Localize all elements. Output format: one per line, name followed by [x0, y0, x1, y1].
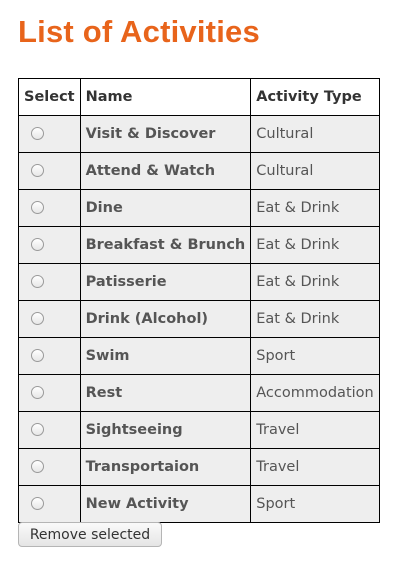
select-cell [18, 411, 81, 449]
activity-type-cell: Eat & Drink [250, 226, 380, 264]
activity-type-cell: Travel [250, 448, 380, 486]
select-cell [18, 115, 81, 153]
table-row: Rest Accommodation [18, 374, 380, 412]
activity-name-cell: Attend & Watch [79, 152, 252, 190]
select-radio-button[interactable] [31, 200, 44, 214]
select-cell [18, 485, 81, 523]
page-title: List of Activities [18, 14, 260, 49]
activity-type-cell: Cultural [250, 152, 380, 190]
table-row: Swim Sport [18, 337, 380, 375]
activities-table: Select Name Activity Type Visit & Discov… [18, 78, 380, 523]
activity-name-cell: Transportaion [79, 448, 252, 486]
table-row: Visit & Discover Cultural [18, 115, 380, 153]
name-column-header: Name [79, 78, 252, 116]
select-cell [18, 263, 81, 301]
select-radio-button[interactable] [31, 385, 44, 399]
activity-type-column-header: Activity Type [250, 78, 380, 116]
table-row: Patisserie Eat & Drink [18, 263, 380, 301]
select-cell [18, 226, 81, 264]
activity-type-cell: Sport [250, 485, 380, 523]
activity-name-cell: Rest [79, 374, 252, 412]
activity-type-cell: Accommodation [250, 374, 380, 412]
activity-name-cell: New Activity [79, 485, 252, 523]
activity-type-cell: Travel [250, 411, 380, 449]
activity-name-cell: Swim [79, 337, 252, 375]
select-cell [18, 300, 81, 338]
select-column-header: Select [18, 78, 81, 116]
select-radio-button[interactable] [31, 163, 44, 177]
table-row: Breakfast & Brunch Eat & Drink [18, 226, 380, 264]
table-row: Sightseeing Travel [18, 411, 380, 449]
table-body: Visit & Discover Cultural Attend & Watch Cu… [18, 115, 380, 523]
activity-name-cell: Dine [79, 189, 252, 227]
select-radio-button[interactable] [31, 496, 44, 510]
activity-type-cell: Cultural [250, 115, 380, 153]
table-row: Transportaion Travel [18, 448, 380, 486]
select-radio-button[interactable] [31, 348, 44, 362]
table-row: Dine Eat & Drink [18, 189, 380, 227]
table-row: Drink (Alcohol) Eat & Drink [18, 300, 380, 338]
remove-selected-button[interactable]: Remove selected [18, 522, 162, 547]
select-radio-button[interactable] [31, 126, 44, 140]
select-radio-button[interactable] [31, 422, 44, 436]
activity-type-cell: Eat & Drink [250, 300, 380, 338]
select-cell [18, 337, 81, 375]
select-radio-button[interactable] [31, 459, 44, 473]
activity-name-cell: Visit & Discover [79, 115, 252, 153]
select-radio-button[interactable] [31, 274, 44, 288]
table-header: Select Name Activity Type [18, 78, 380, 116]
activity-name-cell: Drink (Alcohol) [79, 300, 252, 338]
table-row: Attend & Watch Cultural [18, 152, 380, 190]
table-row: New Activity Sport [18, 485, 380, 523]
select-radio-button[interactable] [31, 237, 44, 251]
header-row: Select Name Activity Type [18, 78, 380, 116]
select-cell [18, 189, 81, 227]
select-cell [18, 152, 81, 190]
select-cell [18, 374, 81, 412]
activity-name-cell: Sightseeing [79, 411, 252, 449]
activity-name-cell: Breakfast & Brunch [79, 226, 252, 264]
activity-type-cell: Sport [250, 337, 380, 375]
select-radio-button[interactable] [31, 311, 44, 325]
activity-type-cell: Eat & Drink [250, 263, 380, 301]
activity-name-cell: Patisserie [79, 263, 252, 301]
activity-type-cell: Eat & Drink [250, 189, 380, 227]
select-cell [18, 448, 81, 486]
